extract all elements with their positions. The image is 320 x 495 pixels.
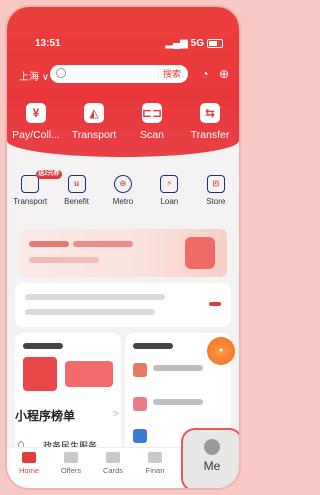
news-card[interactable] (15, 283, 231, 327)
status-bar: 13:51 ▂▄▆ 5G (7, 38, 239, 52)
banner-blur-subtitle (29, 257, 99, 263)
tab-finance[interactable]: Finan (135, 452, 175, 475)
ticket-icon: 送2元券 (21, 170, 62, 193)
search-button[interactable]: 搜索 (157, 67, 185, 81)
tab-cards-label: Cards (102, 466, 123, 475)
action-transport[interactable]: ◭ Transport (66, 103, 122, 141)
scan-icon: ⊏⊐ (142, 103, 162, 123)
service-grid: 送2元券 Transport u Benefit ⊖ Metro ⚡ Loan … (7, 170, 239, 206)
news-blur-line-2 (25, 309, 155, 315)
floating-reward-badge[interactable]: ● (207, 337, 235, 365)
tab-cards[interactable]: Cards (93, 452, 133, 475)
banner-image (185, 237, 215, 269)
tab-me-highlight[interactable]: Me (181, 428, 239, 488)
card-right-icon-3 (133, 429, 147, 443)
action-transfer-label: Transfer (190, 129, 230, 141)
card-left-image-2 (65, 361, 113, 387)
banner-blur-title (29, 241, 69, 247)
city-selector[interactable]: 上海 ∨ (19, 68, 49, 83)
promo-banner[interactable] (19, 229, 227, 277)
store-icon: ⊡ (206, 175, 225, 193)
banner-blur-highlight (73, 241, 133, 247)
service-metro[interactable]: ⊖ Metro (100, 175, 145, 206)
add-icon[interactable]: ⊕ (217, 67, 231, 81)
news-blur-line-1 (25, 294, 165, 300)
signal-icon: ▂▄▆ (165, 38, 188, 49)
status-right: ▂▄▆ 5G (165, 38, 223, 49)
service-transport-label: Transport (13, 197, 48, 206)
mini-program-title: 小程序榜单 (15, 409, 76, 423)
coupon-badge: 送2元券 (36, 170, 62, 179)
service-loan[interactable]: ⚡ Loan (147, 175, 192, 206)
battery-icon (207, 39, 223, 48)
chevron-right-icon: > (112, 408, 119, 420)
avatar-icon (204, 439, 220, 455)
action-transfer[interactable]: ⇆ Transfer (182, 103, 238, 141)
service-store-label: Store (206, 197, 226, 206)
transfer-icon: ⇆ (200, 103, 220, 123)
card-right-blur-2 (153, 399, 203, 405)
search-row: 上海 ∨ 搜索 ◔ ⊕ (7, 65, 239, 85)
tab-offers[interactable]: Offers (51, 452, 91, 475)
service-transport[interactable]: 送2元券 Transport (8, 170, 62, 206)
network-label: 5G (190, 38, 204, 49)
service-loan-label: Loan (160, 197, 179, 206)
transport-icon: ◭ (84, 103, 104, 123)
service-benefit[interactable]: u Benefit (54, 175, 99, 206)
service-store[interactable]: ⊡ Store (193, 175, 238, 206)
tab-finance-label: Finan (145, 466, 165, 475)
loan-icon: ⚡ (160, 175, 179, 193)
card-left-image (23, 357, 57, 391)
mini-program-ranking[interactable]: 小程序榜单 > ⌂ 政务民生服务 (15, 407, 123, 451)
card-right-blur-1 (153, 365, 203, 371)
offers-icon (64, 452, 78, 463)
action-pay-label: Pay/Coll... (12, 129, 60, 141)
card-right-blur-title (133, 343, 173, 349)
card-right-icon-1 (133, 363, 147, 377)
tab-home-label: Home (18, 466, 39, 475)
status-time: 13:51 (35, 38, 61, 49)
card-left-blur-title (23, 343, 63, 349)
carousel-indicator (209, 302, 221, 306)
action-scan[interactable]: ⊏⊐ Scan (124, 103, 180, 141)
home-icon (22, 452, 36, 463)
search-input[interactable]: 搜索 (50, 65, 188, 83)
metro-icon: ⊖ (113, 175, 132, 193)
app-header: 13:51 ▂▄▆ 5G 上海 ∨ 搜索 ◔ ⊕ ¥ Pay/Coll... ◭ (7, 7, 239, 157)
service-metro-label: Metro (112, 197, 134, 206)
main-actions: ¥ Pay/Coll... ◭ Transport ⊏⊐ Scan ⇆ Tran… (7, 103, 239, 141)
message-icon[interactable]: ◔ (198, 67, 212, 81)
tab-me-label: Me (203, 459, 221, 473)
tab-home[interactable]: Home (9, 452, 49, 475)
service-benefit-label: Benefit (64, 197, 90, 206)
cards-icon (106, 452, 120, 463)
action-transport-label: Transport (71, 129, 117, 141)
pay-icon: ¥ (26, 103, 46, 123)
tab-offers-label: Offers (60, 466, 82, 475)
finance-icon (148, 452, 162, 463)
search-icon (56, 68, 66, 78)
action-scan-label: Scan (140, 129, 164, 141)
benefit-icon: u (67, 175, 86, 193)
card-right-icon-2 (133, 397, 147, 411)
action-pay[interactable]: ¥ Pay/Coll... (8, 103, 64, 141)
phone-screen: 13:51 ▂▄▆ 5G 上海 ∨ 搜索 ◔ ⊕ ¥ Pay/Coll... ◭ (7, 7, 239, 488)
